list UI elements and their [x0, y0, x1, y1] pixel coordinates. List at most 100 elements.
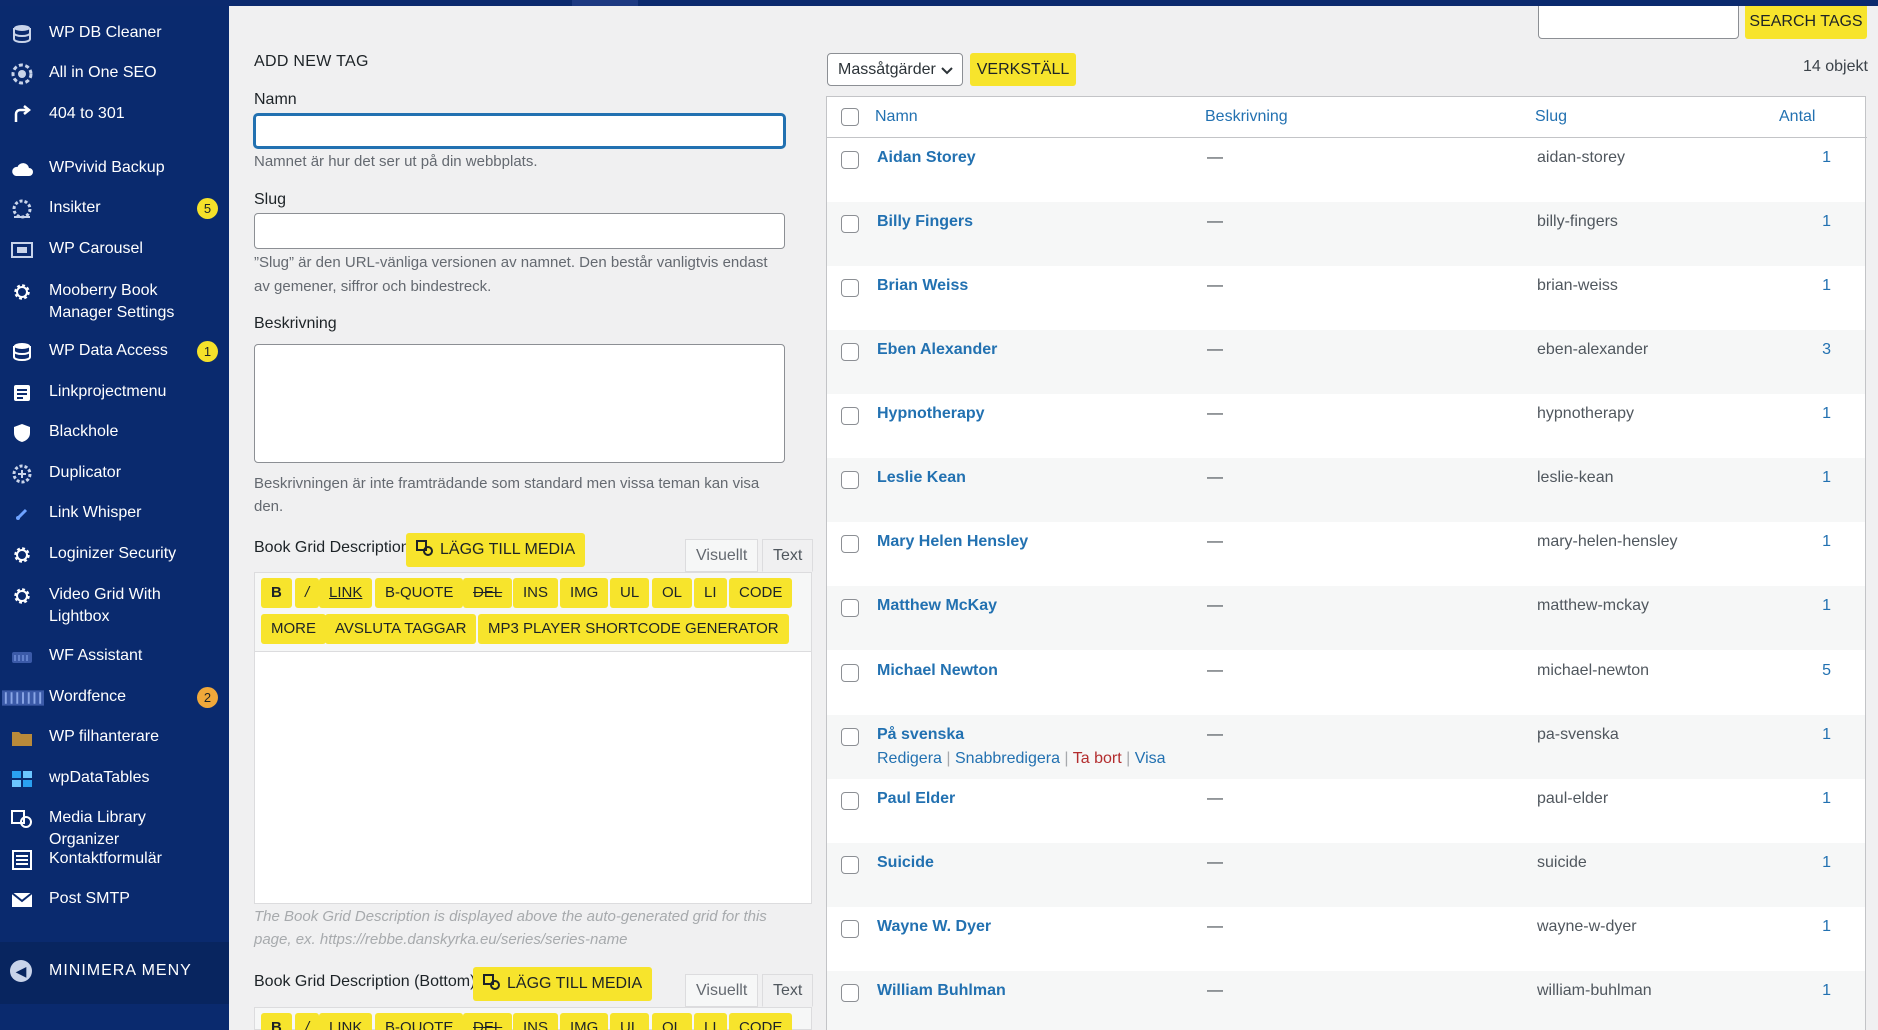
add-media-button-bottom[interactable]: LÄGG TILL MEDIA [473, 967, 653, 1001]
sidebar-item-video-grid-with-lightbox[interactable]: Video Grid With Lightbox [0, 584, 229, 630]
sidebar-item-404-to-301[interactable]: 404 to 301 [0, 103, 229, 127]
sidebar-item-wf-assistant[interactable]: WF Assistant [0, 645, 229, 669]
quicktag-bquote-button[interactable]: B-QUOTE [375, 1013, 464, 1030]
sidebar-item-link-whisper[interactable]: Link Whisper [0, 502, 229, 526]
sidebar-item-post-smtp[interactable]: Post SMTP [0, 888, 229, 912]
tag-name-link[interactable]: Aidan Storey [877, 149, 976, 167]
row-checkbox[interactable] [841, 792, 859, 810]
quicktag-bold-button[interactable]: B [261, 578, 292, 608]
quicktag-bquote-button[interactable]: B-QUOTE [375, 578, 464, 608]
sidebar-item-insikter[interactable]: Insikter 5 [0, 197, 229, 221]
quicktag-close-tags-button[interactable]: AVSLUTA TAGGAR [325, 614, 477, 644]
bulk-actions-select[interactable]: Massåtgärder [827, 53, 963, 86]
tag-count-link[interactable]: 1 [1822, 982, 1831, 1000]
view-link[interactable]: Visa [1135, 750, 1166, 767]
edit-link[interactable]: Redigera [877, 750, 942, 767]
collapse-menu-button[interactable]: ◀ MINIMERA MENY [0, 942, 229, 1004]
tag-count-link[interactable]: 1 [1822, 726, 1831, 744]
sidebar-item-kontaktformular[interactable]: Kontaktformulär [0, 848, 229, 872]
quicktag-ul-button[interactable]: UL [610, 1013, 650, 1030]
tag-name-link[interactable]: Billy Fingers [877, 213, 973, 231]
column-slug-header[interactable]: Slug [1535, 97, 1567, 137]
tag-count-link[interactable]: 1 [1822, 149, 1831, 167]
tab-text[interactable]: Text [762, 539, 814, 572]
column-name-header[interactable]: Namn [875, 97, 918, 137]
delete-link[interactable]: Ta bort [1073, 750, 1122, 767]
tag-name-link[interactable]: Wayne W. Dyer [877, 918, 991, 936]
quicktag-italic-button[interactable]: / [295, 1013, 320, 1030]
sidebar-item-duplicator[interactable]: Duplicator [0, 462, 229, 486]
row-checkbox[interactable] [841, 471, 859, 489]
description-textarea[interactable] [254, 344, 785, 463]
select-all-checkbox[interactable] [841, 108, 859, 126]
row-checkbox[interactable] [841, 664, 859, 682]
quicktag-del-button[interactable]: DEL [463, 1013, 513, 1030]
quicktag-ol-button[interactable]: OL [652, 1013, 693, 1030]
tab-visual[interactable]: Visuellt [685, 539, 759, 572]
tag-name-link[interactable]: På svenska [877, 726, 964, 744]
sidebar-item-linkprojectmenu[interactable]: Linkprojectmenu [0, 381, 229, 405]
row-checkbox[interactable] [841, 984, 859, 1002]
tag-count-link[interactable]: 1 [1822, 469, 1831, 487]
sidebar-item-wp-carousel[interactable]: WP Carousel [0, 238, 229, 262]
quicktag-del-button[interactable]: DEL [463, 578, 513, 608]
tag-name-link[interactable]: Suicide [877, 854, 934, 872]
row-checkbox[interactable] [841, 599, 859, 617]
quicktag-ins-button[interactable]: INS [513, 1013, 559, 1030]
quicktag-mp3-shortcode-button[interactable]: MP3 PLAYER SHORTCODE GENERATOR [478, 614, 789, 644]
tag-count-link[interactable]: 3 [1822, 341, 1831, 359]
quicktag-img-button[interactable]: IMG [560, 578, 609, 608]
quicktag-li-button[interactable]: LI [694, 578, 727, 608]
tag-count-link[interactable]: 1 [1822, 597, 1831, 615]
column-description-header[interactable]: Beskrivning [1205, 97, 1288, 137]
tag-name-link[interactable]: Leslie Kean [877, 469, 966, 487]
apply-button[interactable]: VERKSTÄLL [970, 53, 1076, 86]
quicktag-link-button[interactable]: LINK [319, 578, 373, 608]
tag-count-link[interactable]: 1 [1822, 918, 1831, 936]
search-tags-button[interactable]: SEARCH TAGS [1745, 4, 1867, 39]
row-checkbox[interactable] [841, 151, 859, 169]
name-input[interactable] [254, 114, 785, 148]
tag-count-link[interactable]: 1 [1822, 790, 1831, 808]
quick-edit-link[interactable]: Snabbredigera [955, 750, 1060, 767]
quicktag-bold-button[interactable]: B [261, 1013, 292, 1030]
sidebar-item-wp-data-access[interactable]: WP Data Access 1 [0, 340, 229, 364]
row-checkbox[interactable] [841, 535, 859, 553]
tag-name-link[interactable]: Michael Newton [877, 662, 998, 680]
row-checkbox[interactable] [841, 728, 859, 746]
tag-name-link[interactable]: Mary Helen Hensley [877, 533, 1028, 551]
search-tags-input[interactable] [1538, 2, 1739, 39]
sidebar-item-media-library-organizer[interactable]: Media Library Organizer [0, 807, 229, 848]
quicktag-img-button[interactable]: IMG [560, 1013, 609, 1030]
grid-description-editor[interactable] [254, 651, 812, 904]
slug-input[interactable] [254, 213, 785, 249]
tag-name-link[interactable]: Paul Elder [877, 790, 955, 808]
tag-name-link[interactable]: Matthew McKay [877, 597, 997, 615]
row-checkbox[interactable] [841, 920, 859, 938]
quicktag-code-button[interactable]: CODE [729, 578, 793, 608]
column-count-header[interactable]: Antal [1779, 97, 1815, 137]
tag-count-link[interactable]: 1 [1822, 213, 1831, 231]
row-checkbox[interactable] [841, 343, 859, 361]
quicktag-link-button[interactable]: LINK [319, 1013, 373, 1030]
tag-name-link[interactable]: Brian Weiss [877, 277, 968, 295]
sidebar-item-blackhole[interactable]: Blackhole [0, 421, 229, 445]
tag-name-link[interactable]: Hypnotherapy [877, 405, 985, 423]
quicktag-ins-button[interactable]: INS [513, 578, 559, 608]
quicktag-italic-button[interactable]: / [295, 578, 320, 608]
quicktag-code-button[interactable]: CODE [729, 1013, 793, 1030]
tab-text-bottom[interactable]: Text [762, 974, 814, 1007]
quicktag-ul-button[interactable]: UL [610, 578, 650, 608]
tag-name-link[interactable]: Eben Alexander [877, 341, 997, 359]
quicktag-more-button[interactable]: MORE [261, 614, 326, 644]
tag-name-link[interactable]: William Buhlman [877, 982, 1006, 1000]
sidebar-item-wpdatatables[interactable]: wpDataTables [0, 767, 229, 791]
tag-count-link[interactable]: 1 [1822, 277, 1831, 295]
sidebar-item-loginizer-security[interactable]: Loginizer Security [0, 543, 229, 567]
tab-visual-bottom[interactable]: Visuellt [685, 974, 759, 1007]
row-checkbox[interactable] [841, 856, 859, 874]
sidebar-item-all-in-one-seo[interactable]: All in One SEO [0, 62, 229, 86]
sidebar-item-wordfence[interactable]: Wordfence 2 [0, 686, 229, 710]
tag-count-link[interactable]: 1 [1822, 854, 1831, 872]
tag-count-link[interactable]: 1 [1822, 405, 1831, 423]
